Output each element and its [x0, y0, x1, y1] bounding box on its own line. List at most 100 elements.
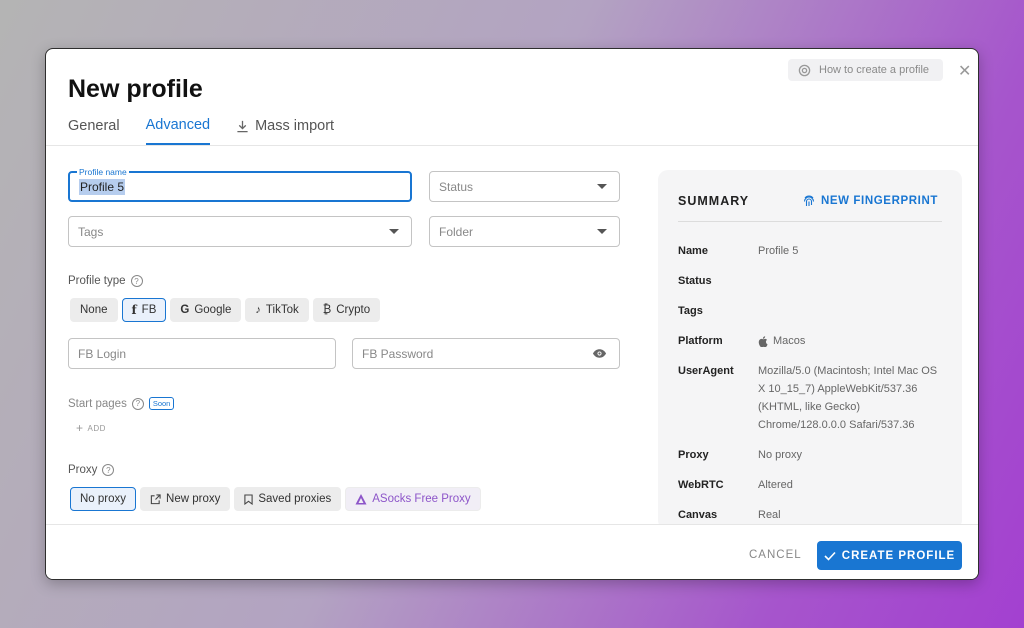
status-select[interactable]: Status	[429, 171, 620, 202]
profile-type-chips: None f FB G Google ♪ TikTok ₿ Crypto	[70, 298, 381, 322]
chevron-down-icon	[597, 184, 607, 189]
profile-type-google[interactable]: G Google	[170, 298, 242, 322]
proxy-new-label: New proxy	[166, 493, 221, 505]
summary-value: Real	[758, 509, 781, 521]
profile-type-none-label: None	[80, 304, 108, 316]
profile-type-none[interactable]: None	[70, 298, 118, 322]
proxy-none-label: No proxy	[80, 493, 127, 505]
summary-value: Mozilla/5.0 (Macintosh; Intel Mac OS X 1…	[758, 365, 938, 431]
apple-icon	[758, 335, 768, 347]
profile-type-label-text: Profile type	[68, 275, 126, 287]
help-button[interactable]: How to create a profile	[788, 59, 943, 81]
profile-type-tiktok[interactable]: ♪ TikTok	[245, 298, 309, 322]
google-icon: G	[180, 304, 190, 316]
summary-panel: SUMMARY NEW FINGERPRINT Name Profile 5 S…	[658, 170, 962, 530]
summary-key: Canvas	[678, 509, 718, 521]
profile-name-value: Profile 5	[79, 178, 126, 195]
profile-name-label: Profile name	[77, 167, 129, 177]
summary-row-status: Status	[678, 272, 946, 290]
help-label: How to create a profile	[819, 64, 930, 76]
tab-general[interactable]: General	[68, 115, 120, 145]
chevron-down-icon	[389, 229, 399, 234]
summary-value: No proxy	[758, 449, 803, 461]
profile-type-google-label: Google	[194, 304, 232, 316]
lifebuoy-icon	[798, 64, 811, 77]
fb-login-field[interactable]: FB Login	[68, 338, 336, 369]
proxy-saved-label: Saved proxies	[258, 493, 332, 505]
summary-key: WebRTC	[678, 479, 724, 491]
summary-key: Platform	[678, 335, 723, 347]
fb-login-placeholder: FB Login	[78, 346, 127, 361]
summary-key: Proxy	[678, 449, 709, 461]
tab-divider	[46, 145, 978, 146]
chevron-down-icon	[597, 229, 607, 234]
summary-divider	[678, 221, 942, 222]
soon-badge: Soon	[148, 397, 175, 410]
facebook-icon: f	[131, 303, 137, 317]
summary-value: Profile 5	[758, 245, 799, 257]
external-link-icon	[150, 493, 161, 505]
folder-placeholder: Folder	[439, 224, 474, 239]
proxy-asocks[interactable]: ASocks Free Proxy	[345, 487, 481, 511]
profile-type-label: Profile type ?	[68, 275, 143, 287]
add-start-page-button[interactable]: + ADD	[76, 421, 106, 435]
close-icon[interactable]: ✕	[958, 61, 971, 81]
plus-icon: +	[76, 421, 84, 435]
download-icon	[236, 120, 249, 133]
summary-row-useragent: UserAgent Mozilla/5.0 (Macintosh; Intel …	[678, 362, 943, 434]
summary-value: Macos	[758, 332, 946, 350]
proxy-new[interactable]: New proxy	[140, 487, 231, 511]
create-profile-label: CREATE PROFILE	[841, 549, 956, 562]
summary-row-webrtc: WebRTC Altered	[678, 476, 946, 494]
start-pages-label-text: Start pages	[68, 397, 127, 410]
proxy-saved[interactable]: Saved proxies	[234, 487, 342, 511]
profile-type-fb-label: FB	[141, 304, 157, 316]
proxy-none[interactable]: No proxy	[70, 487, 137, 511]
tab-bar: General Advanced Mass import	[68, 115, 334, 145]
check-icon	[824, 551, 836, 561]
new-fingerprint-button[interactable]: NEW FINGERPRINT	[803, 194, 938, 207]
summary-key: Name	[678, 245, 708, 257]
platform-value: Macos	[773, 335, 806, 347]
summary-row-platform: Platform Macos	[678, 332, 946, 350]
bookmark-icon	[244, 493, 253, 505]
profile-type-fb[interactable]: f FB	[121, 298, 167, 322]
start-pages-label: Start pages ? Soon	[68, 397, 175, 410]
bitcoin-icon: ₿	[322, 304, 332, 316]
tags-placeholder: Tags	[78, 224, 104, 239]
eye-icon[interactable]	[592, 348, 607, 359]
fingerprint-icon	[803, 194, 815, 207]
profile-type-crypto-label: Crypto	[336, 304, 371, 316]
proxy-chips: No proxy New proxy Saved proxies ASocks …	[70, 487, 481, 511]
summary-value	[758, 302, 946, 320]
help-circle-icon[interactable]: ?	[102, 464, 115, 476]
create-profile-button[interactable]: CREATE PROFILE	[817, 541, 962, 570]
proxy-label: Proxy ?	[68, 464, 115, 476]
folder-select[interactable]: Folder	[429, 216, 620, 247]
dialog-title: New profile	[68, 75, 203, 103]
add-label: ADD	[87, 423, 106, 433]
summary-row-tags: Tags	[678, 302, 946, 320]
fb-password-field[interactable]: FB Password	[352, 338, 620, 369]
tab-advanced[interactable]: Advanced	[145, 115, 211, 145]
proxy-label-text: Proxy	[68, 464, 98, 476]
help-circle-icon[interactable]: ?	[130, 275, 143, 287]
new-fingerprint-label: NEW FINGERPRINT	[821, 194, 938, 207]
summary-row-canvas: Canvas Real	[678, 506, 946, 524]
cancel-button[interactable]: CANCEL	[749, 549, 802, 561]
summary-title: SUMMARY	[678, 194, 750, 208]
help-circle-icon[interactable]: ?	[131, 397, 144, 410]
profile-name-field[interactable]: Profile name Profile 5	[68, 167, 412, 202]
summary-row-proxy: Proxy No proxy	[678, 446, 946, 464]
summary-value	[758, 272, 946, 290]
proxy-asocks-label: ASocks Free Proxy	[372, 493, 471, 505]
tab-mass-import-label: Mass import	[255, 118, 335, 134]
summary-key: Status	[678, 275, 712, 287]
status-placeholder: Status	[439, 179, 474, 194]
tab-mass-import[interactable]: Mass import	[236, 115, 334, 145]
tags-select[interactable]: Tags	[68, 216, 412, 247]
new-profile-dialog: New profile How to create a profile ✕ Ge…	[45, 48, 979, 580]
profile-type-crypto[interactable]: ₿ Crypto	[312, 298, 381, 322]
fb-password-placeholder: FB Password	[362, 346, 434, 361]
summary-row-name: Name Profile 5	[678, 242, 946, 260]
